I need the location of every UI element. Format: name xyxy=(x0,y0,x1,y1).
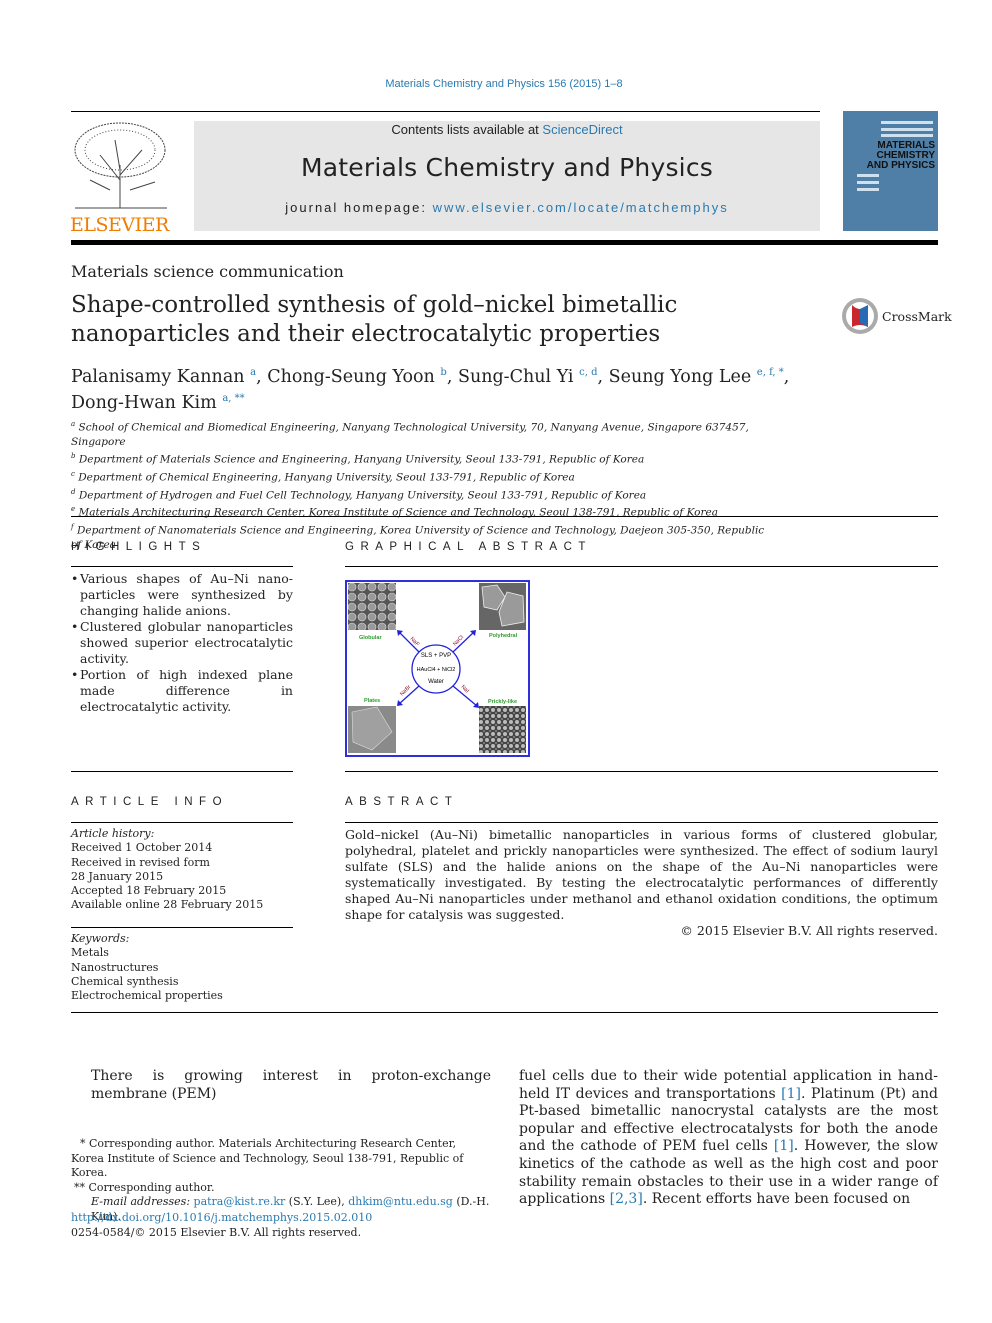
elsevier-logo: ELSEVIER xyxy=(70,120,172,236)
keywords: Keywords: Metals Nanostructures Chemical… xyxy=(71,932,293,1003)
header-thick-rule xyxy=(71,240,938,245)
affiliation: c Department of Chemical Engineering, Ha… xyxy=(71,469,575,484)
divider xyxy=(345,566,938,567)
abstract-heading: ABSTRACT xyxy=(345,796,459,808)
highlights-list: Various shapes of Au–Ni nano-particles w… xyxy=(71,571,293,715)
shape-label: Prickly-like xyxy=(488,699,517,705)
reference-link[interactable]: [1] xyxy=(774,1138,794,1154)
body-text-right: fuel cells due to their wide potential a… xyxy=(519,1068,938,1208)
footnote: ** Corresponding author. xyxy=(74,1180,215,1194)
divider xyxy=(71,566,293,567)
history-item: Available online 28 February 2015 xyxy=(71,898,264,912)
divider xyxy=(71,516,938,517)
issn-copyright: 0254-0584/© 2015 Elsevier B.V. All right… xyxy=(71,1226,362,1239)
shape-label: Polyhedral xyxy=(489,633,518,639)
author[interactable]: Chong-Seung Yoon b xyxy=(267,367,447,387)
author[interactable]: Dong-Hwan Kim a, ** xyxy=(71,393,245,413)
shape-label: Globular xyxy=(359,635,382,641)
keyword: Chemical synthesis xyxy=(71,974,179,988)
center-label: Water xyxy=(428,679,444,685)
keyword: Metals xyxy=(71,946,109,960)
history-item: Received in revised form xyxy=(71,855,210,869)
cover-title: MATERIALS CHEMISTRY AND PHYSICS xyxy=(866,140,935,171)
graphical-abstract-figure: SLS + PVP HAuCl4 + NiCl2 Water Globular … xyxy=(345,580,530,757)
reagent-label: NaF xyxy=(409,636,421,648)
reference-link[interactable]: [1] xyxy=(781,1086,801,1102)
affiliations: a School of Chemical and Biomedical Engi… xyxy=(71,417,771,552)
keywords-label: Keywords: xyxy=(71,932,130,945)
author[interactable]: Seung Yong Lee e, f, * xyxy=(609,367,784,387)
divider xyxy=(71,927,293,928)
center-label: HAuCl4 + NiCl2 xyxy=(417,667,456,673)
highlight-item: Clustered globular nanoparticles showed … xyxy=(71,619,293,667)
homepage-link[interactable]: www.elsevier.com/locate/matchemphys xyxy=(433,200,729,215)
email-link[interactable]: dhkim@ntu.edu.sg xyxy=(348,1195,453,1208)
page: Materials Chemistry and Physics 156 (201… xyxy=(0,0,992,1323)
abstract-text: Gold–nickel (Au–Ni) bimetallic nanoparti… xyxy=(345,827,938,922)
body-text-left: There is growing interest in proton-exch… xyxy=(91,1068,491,1102)
article-history: Article history: Received 1 October 2014… xyxy=(71,827,293,913)
highlight-item: Various shapes of Au–Ni nano-particles w… xyxy=(71,571,293,619)
sem-image-globular xyxy=(348,583,396,630)
abstract-copyright: © 2015 Elsevier B.V. All rights reserved… xyxy=(680,923,938,938)
affiliation: a School of Chemical and Biomedical Engi… xyxy=(71,420,749,448)
crossmark-button[interactable]: CrossMark xyxy=(841,297,952,335)
tree-icon xyxy=(70,120,172,210)
divider xyxy=(345,771,938,772)
history-item: Accepted 18 February 2015 xyxy=(71,884,227,898)
article-type: Materials science communication xyxy=(71,262,344,281)
crossmark-icon xyxy=(842,298,878,334)
affiliation: d Department of Hydrogen and Fuel Cell T… xyxy=(71,487,647,502)
sem-image-prickly xyxy=(479,706,526,753)
header-rule xyxy=(71,111,820,112)
author[interactable]: Palanisamy Kannan a xyxy=(71,367,256,387)
keyword: Electrochemical properties xyxy=(71,989,223,1003)
divider xyxy=(345,822,938,823)
journal-cover: MATERIALS CHEMISTRY AND PHYSICS xyxy=(843,111,938,231)
elsevier-wordmark: ELSEVIER xyxy=(70,214,169,236)
crossmark-label: CrossMark xyxy=(882,308,952,324)
footnote: * Corresponding author. Materials Archit… xyxy=(71,1137,464,1179)
highlight-item: Portion of high indexed plane made diffe… xyxy=(71,667,293,715)
contents-label: Contents lists available at xyxy=(391,122,543,137)
divider xyxy=(71,822,293,823)
author-list: Palanisamy Kannan a, Chong-Seung Yoon b,… xyxy=(71,366,790,413)
history-label: Article history: xyxy=(71,827,155,840)
center-label: SLS + PVP xyxy=(421,653,451,659)
shape-label: Plates xyxy=(364,698,380,704)
divider xyxy=(71,1012,938,1013)
divider xyxy=(71,771,293,772)
journal-title: Materials Chemistry and Physics xyxy=(301,153,713,182)
highlights-heading: HIGHLIGHTS xyxy=(71,541,207,553)
graphical-abstract-heading: GRAPHICAL ABSTRACT xyxy=(345,541,592,553)
article-info-heading: ARTICLE INFO xyxy=(71,796,229,808)
journal-header: Contents lists available at ScienceDirec… xyxy=(194,121,820,231)
author[interactable]: Sung-Chul Yi c, d xyxy=(458,367,598,387)
history-item: 28 January 2015 xyxy=(71,869,164,883)
history-item: Received 1 October 2014 xyxy=(71,841,213,855)
homepage-label: journal homepage: xyxy=(285,200,433,215)
article-title: Shape-controlled synthesis of gold–nicke… xyxy=(71,292,678,347)
affiliation: b Department of Materials Science and En… xyxy=(71,452,645,466)
doi-link[interactable]: http://dx.doi.org/10.1016/j.matchemphys.… xyxy=(71,1211,372,1224)
journal-citation-link[interactable]: Materials Chemistry and Physics 156 (201… xyxy=(0,78,992,90)
keyword: Nanostructures xyxy=(71,960,159,974)
reagent-label: NaBr xyxy=(399,684,412,697)
reagent-label: NaCl xyxy=(452,635,465,648)
reference-link[interactable]: [2,3] xyxy=(610,1191,643,1207)
abstract: Gold–nickel (Au–Ni) bimetallic nanoparti… xyxy=(345,827,938,939)
email-label: E-mail addresses: xyxy=(91,1195,194,1208)
affiliation: e Materials Architecturing Research Cent… xyxy=(71,505,718,519)
email-link[interactable]: patra@kist.re.kr xyxy=(194,1195,286,1208)
sciencedirect-link[interactable]: ScienceDirect xyxy=(542,122,622,137)
